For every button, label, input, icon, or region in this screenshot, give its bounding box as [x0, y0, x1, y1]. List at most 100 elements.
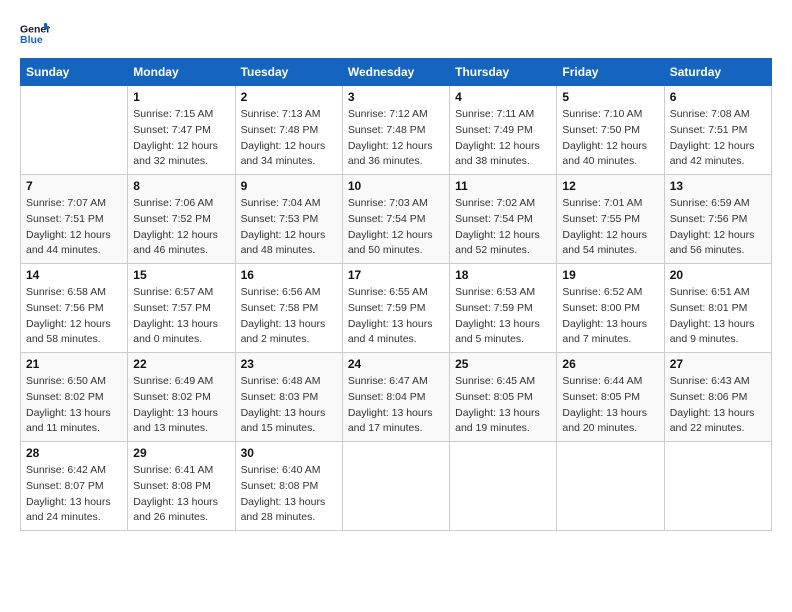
calendar-header-row: SundayMondayTuesdayWednesdayThursdayFrid…: [21, 59, 772, 86]
calendar-cell: 20 Sunrise: 6:51 AMSunset: 8:01 PMDayligh…: [664, 264, 771, 353]
header-day-monday: Monday: [128, 59, 235, 86]
day-info: Sunrise: 6:47 AMSunset: 8:04 PMDaylight:…: [348, 374, 444, 437]
calendar-cell: 8 Sunrise: 7:06 AMSunset: 7:52 PMDaylight…: [128, 175, 235, 264]
calendar-cell: 17 Sunrise: 6:55 AMSunset: 7:59 PMDayligh…: [342, 264, 449, 353]
day-number: 20: [670, 268, 766, 282]
day-number: 25: [455, 357, 551, 371]
day-number: 26: [562, 357, 658, 371]
logo: General Blue: [20, 20, 50, 48]
week-row-2: 7Sunrise: 7:07 AMSunset: 7:51 PMDaylight…: [21, 175, 772, 264]
header-day-sunday: Sunday: [21, 59, 128, 86]
calendar-cell: 21Sunrise: 6:50 AMSunset: 8:02 PMDayligh…: [21, 353, 128, 442]
day-info: Sunrise: 7:13 AMSunset: 7:48 PMDaylight:…: [241, 107, 337, 170]
day-number: 16: [241, 268, 337, 282]
day-info: Sunrise: 7:11 AMSunset: 7:49 PMDaylight:…: [455, 107, 551, 170]
calendar-cell: 1 Sunrise: 7:15 AMSunset: 7:47 PMDaylight…: [128, 86, 235, 175]
day-info: Sunrise: 7:04 AMSunset: 7:53 PMDaylight:…: [241, 196, 337, 259]
calendar-cell: 5Sunrise: 7:10 AMSunset: 7:50 PMDaylight…: [557, 86, 664, 175]
day-number: 24: [348, 357, 444, 371]
header-day-friday: Friday: [557, 59, 664, 86]
calendar-cell: 16 Sunrise: 6:56 AMSunset: 7:58 PMDayligh…: [235, 264, 342, 353]
day-number: 22: [133, 357, 229, 371]
day-number: 7: [26, 179, 122, 193]
calendar-cell: [342, 442, 449, 531]
calendar-table: SundayMondayTuesdayWednesdayThursdayFrid…: [20, 58, 772, 531]
week-row-4: 21Sunrise: 6:50 AMSunset: 8:02 PMDayligh…: [21, 353, 772, 442]
calendar-cell: 28 Sunrise: 6:42 AMSunset: 8:07 PMDayligh…: [21, 442, 128, 531]
day-number: 4: [455, 90, 551, 104]
day-number: 19: [562, 268, 658, 282]
day-info: Sunrise: 6:59 AMSunset: 7:56 PMDaylight:…: [670, 196, 766, 259]
day-info: Sunrise: 6:49 AMSunset: 8:02 PMDaylight:…: [133, 374, 229, 437]
day-number: 1: [133, 90, 229, 104]
day-number: 15: [133, 268, 229, 282]
calendar-cell: 4 Sunrise: 7:11 AMSunset: 7:49 PMDaylight…: [450, 86, 557, 175]
calendar-cell: 6 Sunrise: 7:08 AMSunset: 7:51 PMDaylight…: [664, 86, 771, 175]
day-number: 18: [455, 268, 551, 282]
calendar-cell: [557, 442, 664, 531]
header-day-thursday: Thursday: [450, 59, 557, 86]
header-day-tuesday: Tuesday: [235, 59, 342, 86]
calendar-cell: [450, 442, 557, 531]
day-number: 23: [241, 357, 337, 371]
calendar-cell: 22 Sunrise: 6:49 AMSunset: 8:02 PMDayligh…: [128, 353, 235, 442]
logo-icon: General Blue: [20, 20, 50, 48]
day-info: Sunrise: 6:41 AMSunset: 8:08 PMDaylight:…: [133, 463, 229, 526]
day-number: 11: [455, 179, 551, 193]
day-info: Sunrise: 7:02 AMSunset: 7:54 PMDaylight:…: [455, 196, 551, 259]
day-info: Sunrise: 7:10 AMSunset: 7:50 PMDaylight:…: [562, 107, 658, 170]
day-info: Sunrise: 6:43 AMSunset: 8:06 PMDaylight:…: [670, 374, 766, 437]
day-info: Sunrise: 7:08 AMSunset: 7:51 PMDaylight:…: [670, 107, 766, 170]
day-number: 27: [670, 357, 766, 371]
calendar-cell: 15 Sunrise: 6:57 AMSunset: 7:57 PMDayligh…: [128, 264, 235, 353]
day-info: Sunrise: 7:06 AMSunset: 7:52 PMDaylight:…: [133, 196, 229, 259]
header-day-saturday: Saturday: [664, 59, 771, 86]
header-day-wednesday: Wednesday: [342, 59, 449, 86]
calendar-cell: 7Sunrise: 7:07 AMSunset: 7:51 PMDaylight…: [21, 175, 128, 264]
calendar-cell: [664, 442, 771, 531]
calendar-cell: 11 Sunrise: 7:02 AMSunset: 7:54 PMDayligh…: [450, 175, 557, 264]
day-number: 8: [133, 179, 229, 193]
calendar-cell: 25 Sunrise: 6:45 AMSunset: 8:05 PMDayligh…: [450, 353, 557, 442]
day-number: 28: [26, 446, 122, 460]
calendar-cell: 19 Sunrise: 6:52 AMSunset: 8:00 PMDayligh…: [557, 264, 664, 353]
day-info: Sunrise: 6:56 AMSunset: 7:58 PMDaylight:…: [241, 285, 337, 348]
calendar-cell: 18 Sunrise: 6:53 AMSunset: 7:59 PMDayligh…: [450, 264, 557, 353]
day-number: 14: [26, 268, 122, 282]
day-info: Sunrise: 7:12 AMSunset: 7:48 PMDaylight:…: [348, 107, 444, 170]
day-number: 2: [241, 90, 337, 104]
calendar-cell: 9 Sunrise: 7:04 AMSunset: 7:53 PMDaylight…: [235, 175, 342, 264]
day-info: Sunrise: 6:45 AMSunset: 8:05 PMDaylight:…: [455, 374, 551, 437]
day-number: 17: [348, 268, 444, 282]
calendar-cell: 30Sunrise: 6:40 AMSunset: 8:08 PMDayligh…: [235, 442, 342, 531]
day-number: 12: [562, 179, 658, 193]
day-info: Sunrise: 6:48 AMSunset: 8:03 PMDaylight:…: [241, 374, 337, 437]
calendar-cell: 26 Sunrise: 6:44 AMSunset: 8:05 PMDayligh…: [557, 353, 664, 442]
day-info: Sunrise: 7:03 AMSunset: 7:54 PMDaylight:…: [348, 196, 444, 259]
calendar-cell: 10 Sunrise: 7:03 AMSunset: 7:54 PMDayligh…: [342, 175, 449, 264]
calendar-cell: 3 Sunrise: 7:12 AMSunset: 7:48 PMDaylight…: [342, 86, 449, 175]
day-info: Sunrise: 6:42 AMSunset: 8:07 PMDaylight:…: [26, 463, 122, 526]
day-info: Sunrise: 7:15 AMSunset: 7:47 PMDaylight:…: [133, 107, 229, 170]
page-header: General Blue: [20, 20, 772, 48]
day-number: 10: [348, 179, 444, 193]
calendar-body: 1 Sunrise: 7:15 AMSunset: 7:47 PMDaylight…: [21, 86, 772, 531]
day-info: Sunrise: 6:57 AMSunset: 7:57 PMDaylight:…: [133, 285, 229, 348]
day-info: Sunrise: 6:52 AMSunset: 8:00 PMDaylight:…: [562, 285, 658, 348]
day-number: 3: [348, 90, 444, 104]
day-info: Sunrise: 7:01 AMSunset: 7:55 PMDaylight:…: [562, 196, 658, 259]
day-info: Sunrise: 6:51 AMSunset: 8:01 PMDaylight:…: [670, 285, 766, 348]
calendar-cell: [21, 86, 128, 175]
day-number: 30: [241, 446, 337, 460]
day-info: Sunrise: 6:44 AMSunset: 8:05 PMDaylight:…: [562, 374, 658, 437]
day-info: Sunrise: 6:55 AMSunset: 7:59 PMDaylight:…: [348, 285, 444, 348]
week-row-1: 1 Sunrise: 7:15 AMSunset: 7:47 PMDaylight…: [21, 86, 772, 175]
day-number: 6: [670, 90, 766, 104]
calendar-cell: 12 Sunrise: 7:01 AMSunset: 7:55 PMDayligh…: [557, 175, 664, 264]
day-info: Sunrise: 6:50 AMSunset: 8:02 PMDaylight:…: [26, 374, 122, 437]
calendar-cell: 24 Sunrise: 6:47 AMSunset: 8:04 PMDayligh…: [342, 353, 449, 442]
calendar-cell: 27 Sunrise: 6:43 AMSunset: 8:06 PMDayligh…: [664, 353, 771, 442]
day-info: Sunrise: 6:53 AMSunset: 7:59 PMDaylight:…: [455, 285, 551, 348]
calendar-cell: 2 Sunrise: 7:13 AMSunset: 7:48 PMDaylight…: [235, 86, 342, 175]
day-number: 9: [241, 179, 337, 193]
